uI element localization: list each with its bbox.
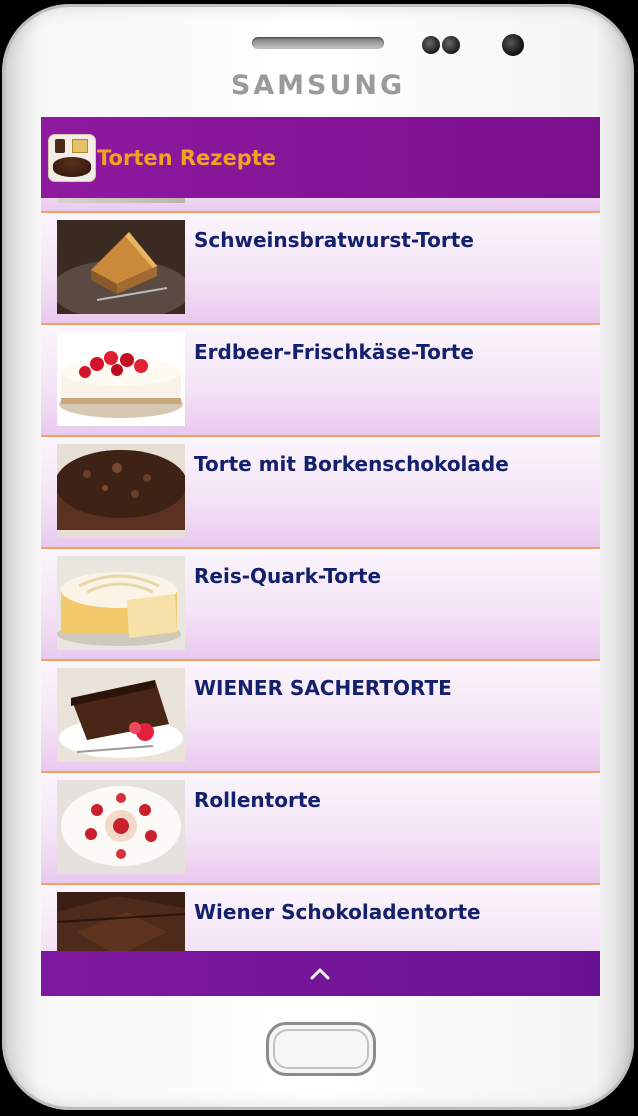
recipe-list[interactable]: Schweinsbratwurst-Torte Erdbeer-Frischkä… (41, 198, 600, 951)
list-item-partial[interactable] (41, 198, 600, 211)
recipe-title: Erdbeer-Frischkäse-Torte (194, 340, 474, 364)
recipe-item[interactable]: Reis-Quark-Torte (41, 547, 600, 659)
recipe-item[interactable]: Torte mit Borkenschokolade (41, 435, 600, 547)
recipe-title: Wiener Schokoladentorte (194, 900, 481, 924)
recipe-title: Torte mit Borkenschokolade (194, 452, 509, 476)
recipe-title: WIENER SACHERTORTE (194, 676, 452, 700)
recipe-title: Reis-Quark-Torte (194, 564, 382, 588)
earpiece-speaker (252, 37, 384, 49)
home-button[interactable] (266, 1022, 376, 1076)
strawberry-cheesecake-photo (57, 332, 185, 426)
chevron-up-icon[interactable] (309, 963, 331, 985)
recipe-item[interactable]: Wiener Schokoladentorte (41, 883, 600, 951)
cake-slice-photo (57, 220, 185, 314)
app-icon[interactable] (49, 134, 95, 181)
device-brand-logo: SAMSUNG (230, 70, 406, 101)
sachertorte-photo (57, 668, 185, 762)
recipe-title: Schweinsbratwurst-Torte (194, 228, 474, 252)
light-sensor (442, 36, 460, 54)
recipe-item[interactable]: Schweinsbratwurst-Torte (41, 211, 600, 323)
bottom-bar (41, 951, 600, 996)
recipe-item[interactable]: WIENER SACHERTORTE (41, 659, 600, 771)
rice-quark-cake-photo (57, 556, 185, 650)
action-bar: Torten Rezepte (41, 117, 600, 198)
chocolate-crumble-cake-photo (57, 444, 185, 538)
recipe-item[interactable]: Rollentorte (41, 771, 600, 883)
chocolate-cake-photo (57, 892, 185, 951)
app-title: Torten Rezepte (97, 145, 277, 170)
app-screen: Torten Rezepte Schweinsbratwurst-Torte E… (41, 117, 600, 996)
front-camera (502, 34, 524, 56)
proximity-sensor (422, 36, 440, 54)
recipe-item[interactable]: Erdbeer-Frischkäse-Torte (41, 323, 600, 435)
roll-cake-photo (57, 780, 185, 874)
recipe-title: Rollentorte (194, 788, 321, 812)
